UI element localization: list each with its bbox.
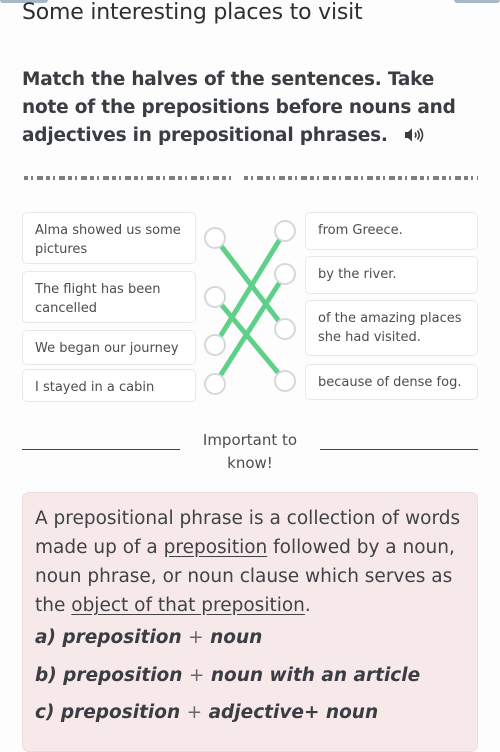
left-connector[interactable] bbox=[204, 286, 226, 308]
left-item[interactable]: The flight has been cancelled bbox=[22, 271, 196, 323]
top-tab-right bbox=[454, 0, 500, 3]
left-connector[interactable] bbox=[204, 227, 226, 249]
left-item-text: I stayed in a cabin bbox=[35, 380, 155, 395]
left-connector[interactable] bbox=[204, 334, 226, 356]
divider-left bbox=[22, 449, 180, 450]
info-text-part: . bbox=[304, 595, 311, 616]
object-link[interactable]: object of that preposition bbox=[71, 595, 305, 616]
connection-line bbox=[219, 244, 281, 323]
right-connector[interactable] bbox=[274, 318, 296, 340]
rule-b: b) preposition + noun with an article bbox=[35, 665, 420, 686]
left-item[interactable]: Alma showed us some pictures bbox=[22, 212, 196, 264]
right-item[interactable]: because of dense fog. bbox=[305, 364, 478, 400]
rule-c: c) preposition + adjective+ noun bbox=[35, 702, 378, 723]
right-item-text: by the river. bbox=[318, 267, 397, 282]
right-connector[interactable] bbox=[274, 220, 296, 242]
right-item[interactable]: by the river. bbox=[305, 256, 478, 294]
speaker-icon[interactable] bbox=[404, 124, 424, 152]
connection-line bbox=[218, 238, 282, 338]
right-item-text: from Greece. bbox=[318, 223, 403, 238]
rule-a: a) preposition + noun bbox=[35, 627, 262, 648]
plus-sign: + bbox=[188, 627, 204, 648]
plus-sign: + bbox=[188, 665, 205, 686]
rule-suffix: adjective+ noun bbox=[208, 702, 379, 723]
left-item[interactable]: I stayed in a cabin bbox=[22, 369, 196, 402]
right-connector[interactable] bbox=[274, 370, 296, 392]
connection-line bbox=[218, 281, 282, 377]
right-item[interactable]: of the amazing places she had visited. bbox=[305, 300, 478, 356]
left-item-text: The flight has been cancelled bbox=[35, 282, 161, 316]
exercise-instruction: Match the halves of the sentences. Take … bbox=[22, 66, 462, 152]
matching-exercise: Alma showed us some pictures The flight … bbox=[0, 210, 500, 405]
right-connector[interactable] bbox=[274, 263, 296, 285]
hidden-text-placeholder bbox=[24, 176, 478, 180]
rule-prefix: a) preposition bbox=[35, 627, 182, 648]
page-title: Some interesting places to visit bbox=[22, 0, 363, 25]
rule-prefix: c) preposition bbox=[35, 702, 181, 723]
left-connector[interactable] bbox=[204, 373, 226, 395]
plus-sign: + bbox=[186, 702, 203, 723]
connection-line bbox=[219, 303, 281, 375]
important-heading: Important to know! bbox=[202, 431, 298, 472]
left-item-text: We began our journey bbox=[35, 341, 179, 356]
rule-suffix: noun with an article bbox=[210, 665, 421, 686]
right-item-text: of the amazing places she had visited. bbox=[318, 311, 462, 345]
rule-prefix: b) preposition bbox=[35, 665, 183, 686]
left-item-text: Alma showed us some pictures bbox=[35, 223, 181, 257]
right-item-text: because of dense fog. bbox=[318, 375, 462, 390]
info-paragraph: A prepositional phrase is a collection o… bbox=[35, 504, 465, 620]
instruction-text: Match the halves of the sentences. Take … bbox=[22, 69, 456, 146]
right-item[interactable]: from Greece. bbox=[305, 212, 478, 250]
rule-suffix: noun bbox=[210, 627, 263, 648]
preposition-link[interactable]: preposition bbox=[164, 537, 268, 558]
divider-right bbox=[320, 449, 478, 450]
left-item[interactable]: We began our journey bbox=[22, 330, 196, 365]
